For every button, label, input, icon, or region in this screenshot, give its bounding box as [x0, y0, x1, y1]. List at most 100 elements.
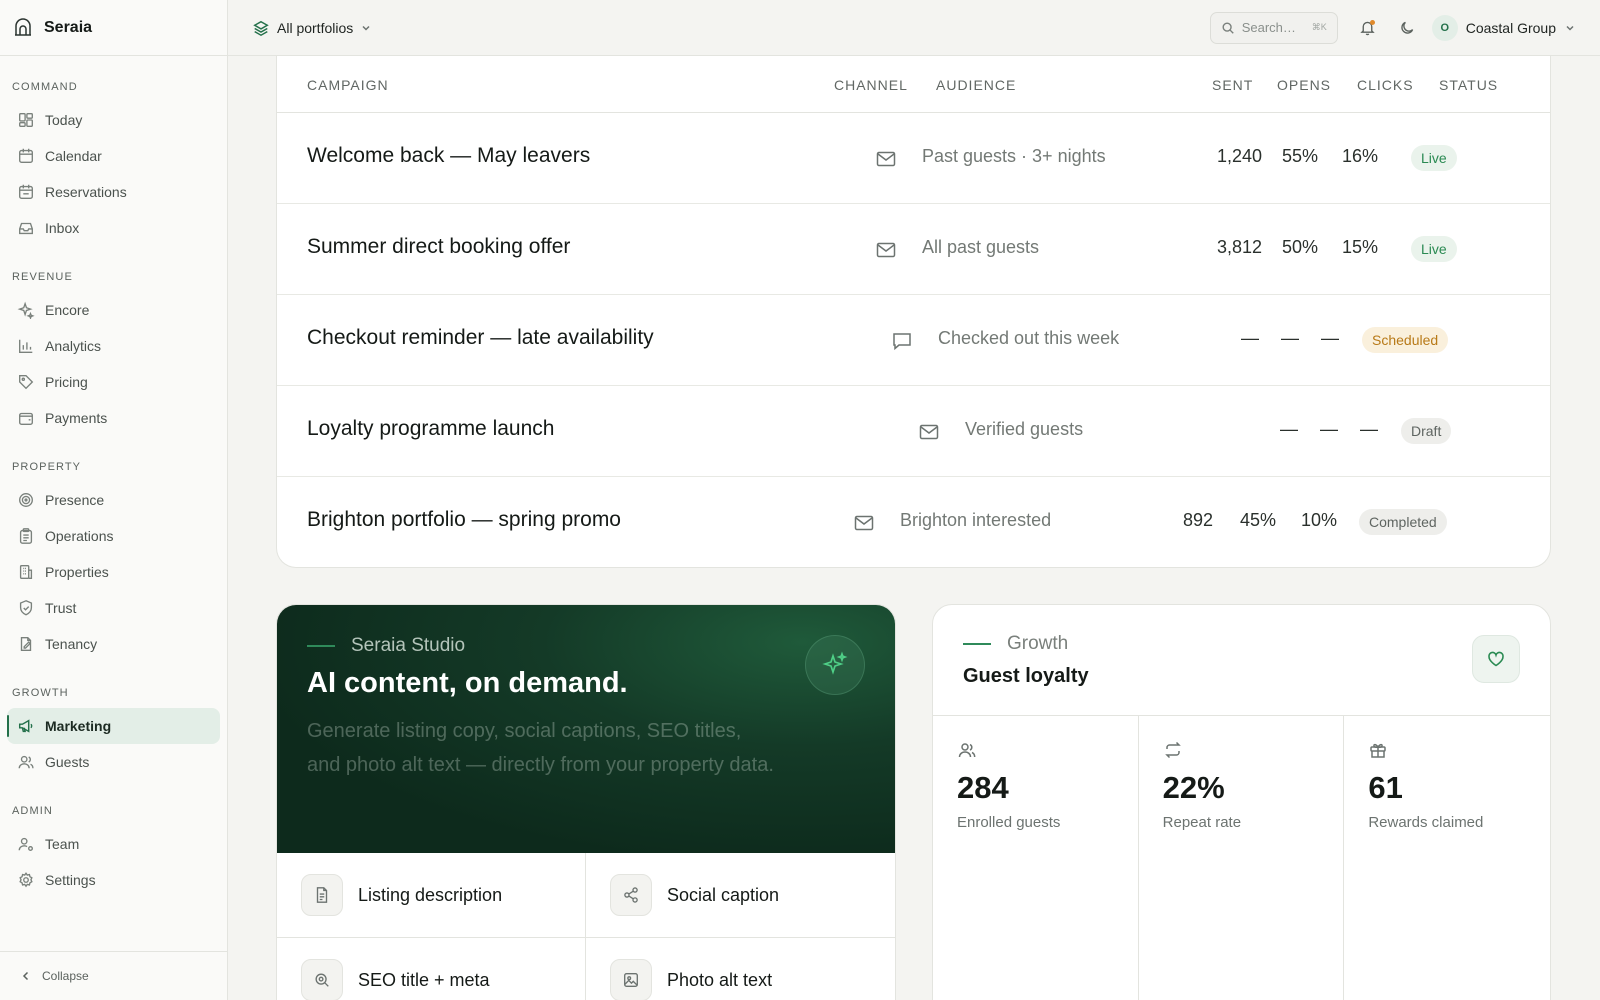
sidebar-item-operations[interactable]: Operations: [7, 518, 220, 554]
sidebar-item-settings[interactable]: Settings: [7, 862, 220, 898]
campaign-name[interactable]: Welcome back — May leavers: [307, 144, 590, 168]
tool-listing-description[interactable]: Listing description: [277, 853, 586, 938]
studio-hero: Seraia Studio AI content, on demand. Gen…: [277, 605, 895, 853]
sidebar-item-analytics[interactable]: Analytics: [7, 328, 220, 364]
col-clicks[interactable]: CLICKS: [1357, 77, 1414, 93]
studio-eyebrow-label: Seraia Studio: [351, 635, 466, 656]
sidebar-item-encore[interactable]: Encore: [7, 292, 220, 328]
group-label: COMMAND: [12, 81, 78, 93]
sidebar-item-label: Payments: [45, 410, 108, 426]
sidebar-item-label: Trust: [45, 600, 77, 616]
tool-photo-alt-text[interactable]: Photo alt text: [586, 938, 895, 1000]
image-icon: [610, 959, 652, 1000]
campaign-sent: 1,240: [1217, 146, 1263, 166]
sidebar-item-today[interactable]: Today: [7, 102, 220, 138]
campaign-audience: Past guests · 3+ nights: [922, 146, 1106, 166]
sidebar-item-properties[interactable]: Properties: [7, 554, 220, 590]
sidebar-item-team[interactable]: Team: [7, 826, 220, 862]
sidebar-item-tenancy[interactable]: Tenancy: [7, 626, 220, 662]
sidebar-item-label: Inbox: [45, 220, 80, 236]
account-menu[interactable]: O Coastal Group: [1431, 14, 1576, 41]
search-input[interactable]: Search… ⌘K: [1209, 11, 1338, 44]
sidebar-item-inbox[interactable]: Inbox: [7, 210, 220, 246]
status-badge[interactable]: Live: [1411, 236, 1457, 262]
campaign-name[interactable]: Summer direct booking offer: [307, 235, 570, 259]
table-row[interactable]: Checkout reminder — late availability Ch…: [277, 295, 1550, 386]
message-icon: [893, 333, 911, 351]
campaign-opens: —: [1320, 419, 1338, 439]
document-icon: [301, 874, 343, 916]
campaign-clicks: 10%: [1301, 510, 1338, 530]
campaign-clicks: —: [1360, 419, 1378, 439]
tool-seo-title[interactable]: SEO title + meta: [277, 938, 586, 1000]
users-icon: [18, 755, 34, 769]
sidebar-item-label: Tenancy: [45, 636, 98, 652]
nav-group-command: COMMAND Today Calendar Reservations Inbo…: [0, 78, 227, 246]
eyebrow-line: [307, 645, 335, 647]
status-badge[interactable]: Completed: [1359, 509, 1447, 535]
table-row[interactable]: Brighton portfolio — spring promo Bright…: [277, 477, 1550, 568]
sidebar-item-presence[interactable]: Presence: [7, 482, 220, 518]
logo-icon: [15, 17, 31, 36]
sidebar-item-reservations[interactable]: Reservations: [7, 174, 220, 210]
col-status[interactable]: STATUS: [1439, 77, 1498, 93]
studio-description: Generate listing copy, social captions, …: [307, 720, 774, 776]
stat-repeat-rate: 22% Repeat rate: [1139, 716, 1345, 1000]
sidebar-item-label: Operations: [45, 528, 114, 544]
chevron-down-icon: [362, 25, 370, 31]
status-badge[interactable]: Live: [1411, 145, 1457, 171]
status-badge[interactable]: Scheduled: [1362, 327, 1449, 353]
col-sent[interactable]: SENT: [1212, 77, 1253, 93]
campaign-name[interactable]: Loyalty programme launch: [307, 417, 554, 441]
chevron-left-icon: [22, 971, 29, 981]
account-name: Coastal Group: [1465, 19, 1556, 36]
sidebar-item-pricing[interactable]: Pricing: [7, 364, 220, 400]
sidebar-item-guests[interactable]: Guests: [7, 744, 220, 780]
sidebar-item-payments[interactable]: Payments: [7, 400, 220, 436]
shield-check-icon: [19, 600, 33, 616]
status-badge[interactable]: Draft: [1401, 418, 1452, 444]
campaign-clicks: —: [1321, 328, 1339, 348]
collapse-button[interactable]: Collapse: [0, 951, 227, 1000]
campaign-name[interactable]: Brighton portfolio — spring promo: [307, 508, 621, 532]
loyalty-card: Growth Guest loyalty 284 Enrolled guests…: [932, 604, 1551, 1000]
avatar: O: [1431, 14, 1458, 41]
users-icon: [958, 743, 976, 758]
tool-social-caption[interactable]: Social caption: [586, 853, 895, 938]
ai-generate-button[interactable]: [805, 635, 865, 695]
tag-icon: [19, 375, 34, 390]
campaign-clicks: 16%: [1342, 146, 1379, 166]
inbox-icon: [19, 222, 33, 235]
theme-toggle[interactable]: [1392, 12, 1424, 44]
campaign-audience: Verified guests: [965, 419, 1084, 439]
portfolio-label: All portfolios: [277, 19, 354, 36]
tool-label: Social caption: [667, 884, 780, 905]
portfolio-selector[interactable]: All portfolios: [252, 19, 372, 37]
campaign-sent: 892: [1183, 510, 1214, 530]
bar-chart-icon: [19, 339, 33, 353]
campaign-audience: All past guests: [922, 237, 1040, 257]
nav-group-property: PROPERTY Presence Operations Properties …: [0, 458, 227, 662]
brand[interactable]: Seraia: [0, 0, 227, 56]
table-row[interactable]: Summer direct booking offer All past gue…: [277, 204, 1550, 295]
col-campaign[interactable]: CAMPAIGN: [307, 77, 389, 93]
notifications-button[interactable]: [1352, 12, 1384, 44]
col-channel[interactable]: CHANNEL: [834, 77, 908, 93]
table-row[interactable]: Welcome back — May leavers Past guests ·…: [277, 113, 1550, 204]
search-icon: [1222, 21, 1234, 34]
table-header: CAMPAIGN CHANNEL AUDIENCE SENT OPENS CLI…: [277, 56, 1550, 113]
table-row[interactable]: Loyalty programme launch Verified guests…: [277, 386, 1550, 477]
campaigns-table: CAMPAIGN CHANNEL AUDIENCE SENT OPENS CLI…: [276, 56, 1551, 568]
campaign-sent: —: [1241, 328, 1259, 348]
campaign-name[interactable]: Checkout reminder — late availability: [307, 326, 654, 350]
sidebar-item-trust[interactable]: Trust: [7, 590, 220, 626]
loyalty-header: Growth Guest loyalty: [933, 605, 1550, 716]
col-audience[interactable]: AUDIENCE: [936, 77, 1016, 93]
col-opens[interactable]: OPENS: [1277, 77, 1331, 93]
sparkles-icon: [822, 651, 848, 675]
sidebar-item-calendar[interactable]: Calendar: [7, 138, 220, 174]
sidebar-item-marketing[interactable]: Marketing: [7, 708, 220, 744]
loyalty-heart-button[interactable]: [1472, 635, 1520, 683]
loyalty-stats: 284 Enrolled guests 22% Repeat rate 61 R…: [933, 716, 1550, 1000]
user-cog-icon: [18, 837, 33, 851]
